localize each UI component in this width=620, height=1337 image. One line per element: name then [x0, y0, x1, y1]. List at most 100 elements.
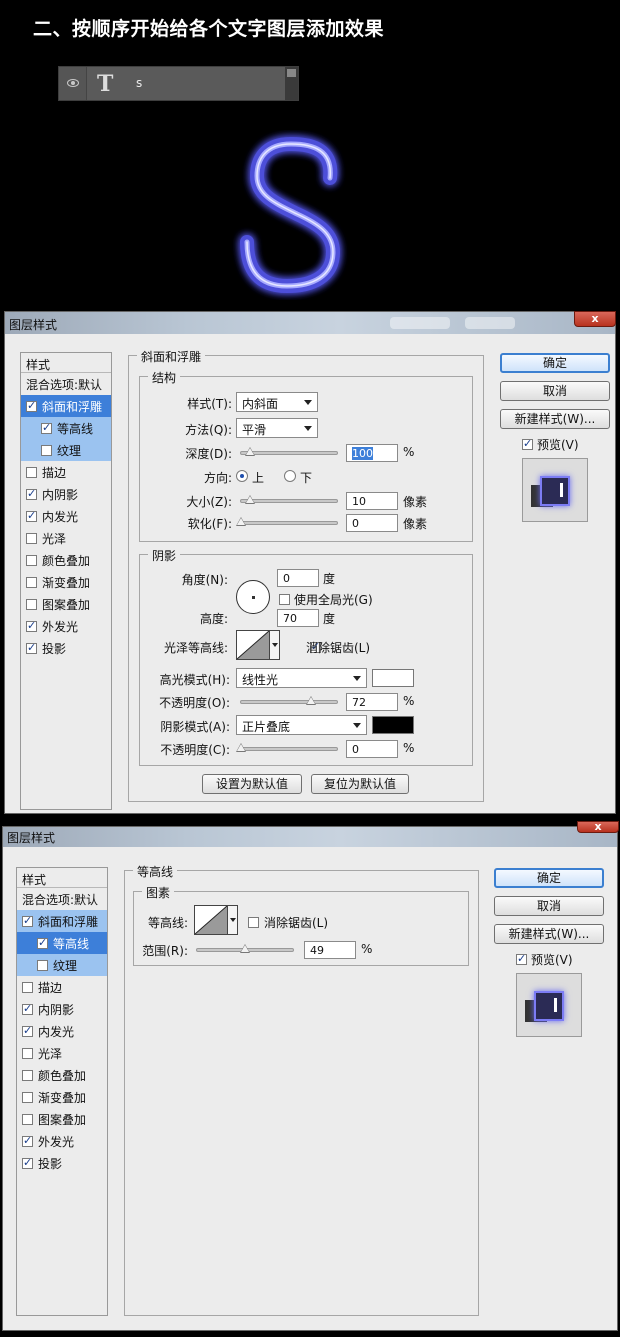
- style-item-texture[interactable]: 纹理: [21, 439, 111, 461]
- checkbox[interactable]: [22, 1070, 33, 1081]
- style-item-bevel[interactable]: 斜面和浮雕: [17, 910, 107, 932]
- slider-thumb[interactable]: [245, 495, 255, 504]
- checkbox[interactable]: [26, 641, 37, 654]
- checkbox[interactable]: [26, 619, 37, 632]
- style-item-stroke[interactable]: 描边: [21, 461, 111, 483]
- close-button[interactable]: x: [574, 311, 616, 327]
- highlight-opacity-slider[interactable]: [240, 696, 338, 705]
- preview-checkbox[interactable]: [522, 437, 533, 450]
- checkbox[interactable]: [22, 1092, 33, 1103]
- highlight-color-swatch[interactable]: [372, 669, 414, 687]
- slider-thumb[interactable]: [245, 447, 255, 456]
- contour-dropdown[interactable]: [228, 905, 238, 935]
- checkbox[interactable]: [26, 487, 37, 500]
- style-item-contour[interactable]: 等高线: [17, 932, 107, 954]
- checkbox[interactable]: [26, 599, 37, 610]
- gloss-contour-picker[interactable]: [236, 630, 270, 660]
- preview-checkbox[interactable]: [516, 952, 527, 965]
- checkbox[interactable]: [26, 533, 37, 544]
- style-item-satin[interactable]: 光泽: [17, 1042, 107, 1064]
- style-item-contour[interactable]: 等高线: [21, 417, 111, 439]
- technique-select[interactable]: 平滑: [236, 418, 318, 438]
- styles-header[interactable]: 样式: [17, 868, 107, 888]
- checkbox[interactable]: [37, 936, 48, 949]
- depth-slider[interactable]: [240, 447, 338, 456]
- style-item-pattern-overlay[interactable]: 图案叠加: [17, 1108, 107, 1130]
- dialog-titlebar[interactable]: 图层样式 x: [5, 311, 616, 334]
- close-button[interactable]: x: [577, 821, 619, 833]
- checkbox[interactable]: [26, 467, 37, 478]
- angle-dial[interactable]: [236, 580, 270, 614]
- style-item-gradient-overlay[interactable]: 渐变叠加: [21, 571, 111, 593]
- new-style-button[interactable]: 新建样式(W)...: [500, 409, 610, 429]
- dialog-titlebar[interactable]: 图层样式 x: [3, 821, 619, 847]
- blend-options-item[interactable]: 混合选项:默认: [17, 888, 107, 910]
- shadow-opacity-input[interactable]: 0: [346, 740, 398, 758]
- style-item-stroke[interactable]: 描边: [17, 976, 107, 998]
- style-item-inner-shadow[interactable]: 内阴影: [17, 998, 107, 1020]
- checkbox[interactable]: [22, 914, 33, 927]
- size-slider[interactable]: [240, 495, 338, 504]
- checkbox[interactable]: [22, 1134, 33, 1147]
- soften-input[interactable]: 0: [346, 514, 398, 532]
- cancel-button[interactable]: 取消: [500, 381, 610, 401]
- shadow-mode-select[interactable]: 正片叠底: [236, 715, 367, 735]
- style-item-drop-shadow[interactable]: 投影: [21, 637, 111, 659]
- cancel-button[interactable]: 取消: [494, 896, 604, 916]
- style-item-gradient-overlay[interactable]: 渐变叠加: [17, 1086, 107, 1108]
- style-item-inner-glow[interactable]: 内发光: [17, 1020, 107, 1042]
- checkbox[interactable]: [26, 509, 37, 522]
- style-item-inner-shadow[interactable]: 内阴影: [21, 483, 111, 505]
- style-item-color-overlay[interactable]: 颜色叠加: [17, 1064, 107, 1086]
- soften-slider[interactable]: [236, 517, 338, 526]
- highlight-mode-select[interactable]: 线性光: [236, 668, 367, 688]
- checkbox[interactable]: [22, 1114, 33, 1125]
- make-default-button[interactable]: 设置为默认值: [202, 774, 302, 794]
- checkbox[interactable]: [22, 982, 33, 993]
- style-item-inner-glow[interactable]: 内发光: [21, 505, 111, 527]
- checkbox[interactable]: [26, 555, 37, 566]
- checkbox[interactable]: [37, 960, 48, 971]
- size-input[interactable]: 10: [346, 492, 398, 510]
- highlight-opacity-input[interactable]: 72: [346, 693, 398, 711]
- range-slider[interactable]: [196, 944, 294, 953]
- antialias-checkbox[interactable]: [248, 917, 259, 928]
- slider-thumb[interactable]: [240, 944, 250, 953]
- style-item-texture[interactable]: 纹理: [17, 954, 107, 976]
- shadow-color-swatch[interactable]: [372, 716, 414, 734]
- global-light-checkbox[interactable]: [279, 594, 290, 605]
- checkbox[interactable]: [41, 445, 52, 456]
- style-select[interactable]: 内斜面: [236, 392, 318, 412]
- style-item-outer-glow[interactable]: 外发光: [21, 615, 111, 637]
- direction-down-radio[interactable]: [284, 470, 296, 482]
- visibility-toggle[interactable]: [59, 67, 87, 100]
- checkbox[interactable]: [41, 421, 52, 434]
- slider-thumb[interactable]: [236, 517, 246, 526]
- angle-input[interactable]: 0: [277, 569, 319, 587]
- shadow-opacity-slider[interactable]: [236, 743, 338, 752]
- altitude-input[interactable]: 70: [277, 609, 319, 627]
- depth-input[interactable]: 100: [346, 444, 398, 462]
- blend-options-item[interactable]: 混合选项:默认: [21, 373, 111, 395]
- style-item-bevel[interactable]: 斜面和浮雕: [21, 395, 111, 417]
- new-style-button[interactable]: 新建样式(W)...: [494, 924, 604, 944]
- checkbox[interactable]: [26, 577, 37, 588]
- style-item-satin[interactable]: 光泽: [21, 527, 111, 549]
- layer-row-s[interactable]: T s: [58, 66, 299, 101]
- ok-button[interactable]: 确定: [500, 353, 610, 373]
- checkbox[interactable]: [26, 399, 37, 412]
- reset-default-button[interactable]: 复位为默认值: [311, 774, 409, 794]
- checkbox[interactable]: [22, 1024, 33, 1037]
- slider-thumb[interactable]: [306, 696, 316, 705]
- gloss-contour-dropdown[interactable]: [270, 630, 280, 660]
- checkbox[interactable]: [22, 1156, 33, 1169]
- checkbox[interactable]: [22, 1048, 33, 1059]
- styles-header[interactable]: 样式: [21, 353, 111, 373]
- slider-thumb[interactable]: [236, 743, 246, 752]
- style-item-outer-glow[interactable]: 外发光: [17, 1130, 107, 1152]
- ok-button[interactable]: 确定: [494, 868, 604, 888]
- style-item-drop-shadow[interactable]: 投影: [17, 1152, 107, 1174]
- range-input[interactable]: 49: [304, 941, 356, 959]
- layers-scrollbar[interactable]: [285, 67, 298, 100]
- direction-up-radio[interactable]: [236, 470, 248, 482]
